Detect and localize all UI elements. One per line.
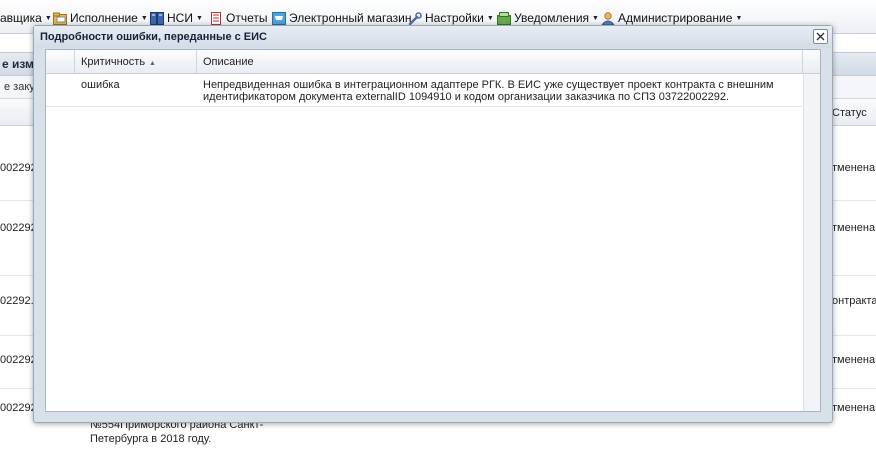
menu-item-settings[interactable]: Настройки ▼ — [408, 10, 494, 26]
menu-item-nsi[interactable]: НСИ ▼ — [150, 10, 203, 26]
table-cell-status: тменена — [832, 402, 876, 414]
chevron-down-icon: ▼ — [195, 14, 203, 22]
table-cell-status: тменена — [832, 222, 876, 234]
book-icon — [150, 11, 164, 25]
dialog-header[interactable]: Подробности ошибки, переданные с ЕИС — [34, 26, 832, 48]
chevron-down-icon: ▼ — [592, 14, 599, 22]
sort-asc-icon[interactable]: ▲ — [149, 60, 156, 67]
user-icon — [600, 11, 616, 25]
column-header-label: Критичность — [81, 56, 146, 68]
menu-item-label: Отчеты — [226, 11, 268, 25]
table-cell-status: тменена — [832, 354, 876, 366]
cell-description: Непредвиденная ошибка в интеграционном а… — [203, 79, 774, 103]
wrench-icon — [408, 11, 422, 25]
menu-item-label: Настройки — [425, 11, 484, 25]
menu-item-label: Исполнение — [70, 11, 138, 25]
column-header-status[interactable]: Статус — [832, 107, 867, 119]
dialog-title: Подробности ошибки, переданные с ЕИС — [40, 31, 267, 43]
table-cell-status: тменена — [832, 162, 876, 174]
table-cell: 02292. — [0, 295, 34, 307]
vertical-scrollbar[interactable] — [803, 74, 820, 411]
menu-item-e-shop[interactable]: Электронный магазин — [272, 10, 411, 26]
menu-item-label: Электронный магазин — [289, 11, 412, 25]
close-icon — [816, 32, 825, 41]
menu-item-execution[interactable]: Исполнение ▼ — [53, 10, 148, 26]
report-icon — [209, 11, 223, 25]
table-cell-status: онтракта — [832, 295, 876, 307]
cell-criticality: ошибка — [81, 79, 120, 91]
chevron-down-icon: ▼ — [735, 14, 743, 22]
menu-item-reports[interactable]: Отчеты — [209, 10, 267, 26]
error-details-dialog: Подробности ошибки, переданные с ЕИС Кри… — [33, 25, 833, 423]
menu-item-label: НСИ — [167, 11, 193, 25]
column-header-label: Описание — [203, 56, 254, 68]
menu-item-notifications[interactable]: Уведомления ▼ — [497, 10, 599, 26]
chevron-down-icon: ▼ — [44, 14, 52, 22]
chevron-down-icon: ▼ — [140, 14, 148, 22]
grid-header: Критичность ▲ Описание — [46, 50, 820, 74]
cart-icon — [272, 11, 286, 25]
grid-header-spacer — [46, 50, 75, 73]
error-grid: Критичность ▲ Описание ошибка Непредвиден… — [45, 49, 821, 412]
chevron-down-icon: ▼ — [486, 14, 494, 22]
folder-icon — [53, 12, 67, 25]
table-row[interactable]: ошибка Непредвиденная ошибка в интеграци… — [46, 74, 802, 107]
menu-item-label: авщика — [0, 11, 42, 25]
column-header-description[interactable]: Описание — [197, 50, 803, 73]
menu-item-administration[interactable]: Администрирование ▼ — [600, 10, 743, 26]
menu-item-label: Администрирование — [618, 11, 733, 25]
close-button[interactable] — [813, 29, 828, 44]
column-header-criticality[interactable]: Критичность ▲ — [75, 50, 197, 73]
notification-icon — [497, 11, 511, 25]
menu-item-label: Уведомления — [514, 11, 590, 25]
menu-item-supplier[interactable]: авщика ▼ — [0, 10, 52, 26]
